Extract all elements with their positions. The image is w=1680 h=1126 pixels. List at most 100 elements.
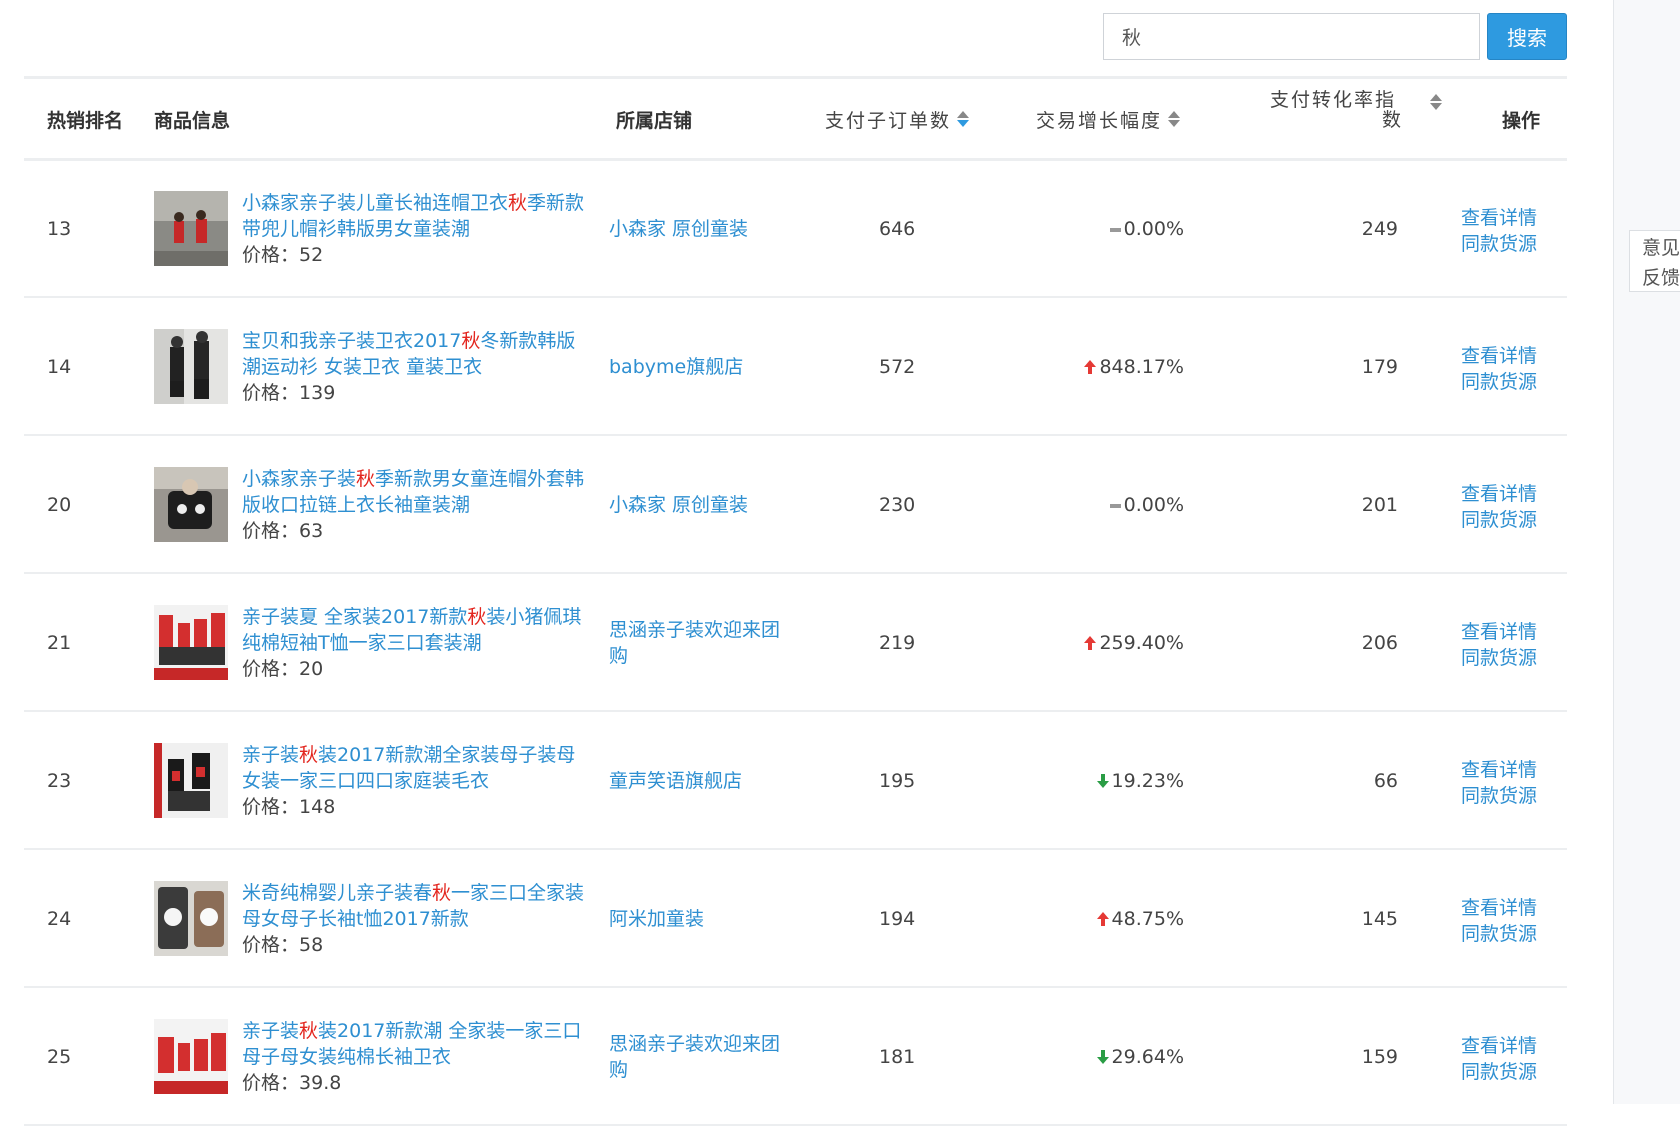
view-detail-link[interactable]: 查看详情 xyxy=(1461,619,1537,645)
product-thumbnail[interactable] xyxy=(154,191,228,266)
price-value: 139 xyxy=(299,382,336,404)
rank-cell: 13 xyxy=(47,218,72,240)
col-shop: 所属店铺 xyxy=(616,109,693,132)
price-value: 63 xyxy=(299,520,324,542)
title-text: 宝贝和我亲子装卫衣2017 xyxy=(242,330,462,352)
same-source-link[interactable]: 同款货源 xyxy=(1461,231,1537,257)
product-title-link[interactable]: 宝贝和我亲子装卫衣2017秋冬新款韩版潮运动衫 女装卫衣 童装卫衣 xyxy=(242,328,587,380)
view-detail-link[interactable]: 查看详情 xyxy=(1461,343,1537,369)
view-detail-link[interactable]: 查看详情 xyxy=(1461,205,1537,231)
price-label: 价格： xyxy=(242,934,300,956)
col-product: 商品信息 xyxy=(154,109,231,132)
ops-cell: 查看详情 同款货源 xyxy=(1461,619,1537,671)
product-info: 亲子装秋装2017新款潮全家装母子装母女装一家三口四口家庭装毛衣 价格：148 xyxy=(242,742,587,820)
main-panel: 搜索 热销排名 商品信息 所属店铺 支付子订单数 交易增长幅度 支付转化率指 数… xyxy=(0,0,1613,1126)
sort-icon[interactable] xyxy=(957,110,970,128)
growth-value: 29.64% xyxy=(1111,1046,1184,1068)
price-label: 价格： xyxy=(242,796,300,818)
col-growth-sort[interactable]: 交易增长幅度 xyxy=(1036,80,1181,158)
shop-link[interactable]: 思涵亲子装欢迎来团购 xyxy=(609,574,784,712)
conversion-cell: 179 xyxy=(1361,356,1398,378)
sort-icon[interactable] xyxy=(1168,110,1181,128)
title-keyword-highlight: 秋 xyxy=(461,330,481,352)
feedback-label-2: 反馈 xyxy=(1642,267,1680,289)
shop-link[interactable]: 阿米加童装 xyxy=(609,850,784,988)
col-conversion-sort[interactable]: 支付转化率指 数 xyxy=(1270,90,1450,130)
growth-value: 259.40% xyxy=(1099,632,1184,654)
same-source-link[interactable]: 同款货源 xyxy=(1461,1059,1537,1085)
product-title-link[interactable]: 小森家亲子装秋季新款男女童连帽外套韩版收口拉链上衣长袖童装潮 xyxy=(242,466,587,518)
product-title-link[interactable]: 亲子装秋装2017新款潮 全家装一家三口母子母女装纯棉长袖卫衣 xyxy=(242,1018,587,1070)
feedback-label-1: 意见 xyxy=(1642,237,1680,259)
product-title-link[interactable]: 米奇纯棉婴儿亲子装春秋一家三口全家装母女母子长袖t恤2017新款 xyxy=(242,880,587,932)
col-orders-label: 支付子订单数 xyxy=(825,109,952,132)
title-keyword-highlight: 秋 xyxy=(467,606,487,628)
shop-link[interactable]: 童声笑语旗舰店 xyxy=(609,712,784,850)
rank-cell: 23 xyxy=(47,770,72,792)
arrow-down-icon xyxy=(1096,774,1109,788)
shop-link[interactable]: 思涵亲子装欢迎来团购 xyxy=(609,988,784,1126)
feedback-button[interactable]: 意见 反馈 xyxy=(1629,230,1680,292)
growth-cell: 259.40% xyxy=(1064,574,1184,712)
same-source-link[interactable]: 同款货源 xyxy=(1461,369,1537,395)
ops-cell: 查看详情 同款货源 xyxy=(1461,895,1537,947)
product-thumbnail[interactable] xyxy=(154,743,228,818)
price-value: 58 xyxy=(299,934,324,956)
price-line: 价格：58 xyxy=(242,932,587,958)
view-detail-link[interactable]: 查看详情 xyxy=(1461,481,1537,507)
title-keyword-highlight: 秋 xyxy=(432,882,452,904)
table-row: 20 小森家亲子装秋季新款男女童连帽外套韩版收口拉链上衣长袖童装潮 价格：63 小森家… xyxy=(24,436,1567,574)
table-row: 23 亲子装秋装2017新款潮全家装母子装母女装一家三口四口家庭装毛衣 价格：148… xyxy=(24,712,1567,850)
price-value: 52 xyxy=(299,244,324,266)
col-conversion-label-2: 数 xyxy=(1382,109,1404,131)
title-keyword-highlight: 秋 xyxy=(508,192,528,214)
growth-value: 19.23% xyxy=(1111,770,1184,792)
growth-cell: 848.17% xyxy=(1064,298,1184,436)
same-source-link[interactable]: 同款货源 xyxy=(1461,921,1537,947)
growth-cell: 19.23% xyxy=(1064,712,1184,850)
price-line: 价格：39.8 xyxy=(242,1070,587,1096)
product-thumbnail[interactable] xyxy=(154,605,228,680)
product-thumbnail[interactable] xyxy=(154,467,228,542)
title-text: 小森家亲子装 xyxy=(242,468,357,490)
arrow-up-icon xyxy=(1096,912,1109,926)
table-row: 13 小森家亲子装儿童长袖连帽卫衣秋季新款带兜儿帽衫韩版男女童装潮 价格：52 小森家… xyxy=(24,160,1567,298)
view-detail-link[interactable]: 查看详情 xyxy=(1461,757,1537,783)
shop-link[interactable]: 小森家 原创童装 xyxy=(609,436,784,574)
conversion-cell: 159 xyxy=(1361,1046,1398,1068)
growth-cell: 0.00% xyxy=(1064,436,1184,574)
growth-value: 0.00% xyxy=(1123,494,1184,516)
view-detail-link[interactable]: 查看详情 xyxy=(1461,895,1537,921)
view-detail-link[interactable]: 查看详情 xyxy=(1461,1033,1537,1059)
price-line: 价格：52 xyxy=(242,242,587,268)
conversion-cell: 66 xyxy=(1373,770,1398,792)
same-source-link[interactable]: 同款货源 xyxy=(1461,507,1537,533)
shop-link[interactable]: 小森家 原创童装 xyxy=(609,160,784,298)
product-title-link[interactable]: 亲子装秋装2017新款潮全家装母子装母女装一家三口四口家庭装毛衣 xyxy=(242,742,587,794)
table-row: 21 亲子装夏 全家装2017新款秋装小猪佩琪纯棉短袖T恤一家三口套装潮 价格：20… xyxy=(24,574,1567,712)
same-source-link[interactable]: 同款货源 xyxy=(1461,783,1537,809)
title-keyword-highlight: 秋 xyxy=(356,468,376,490)
product-thumbnail[interactable] xyxy=(154,329,228,404)
growth-cell: 0.00% xyxy=(1064,160,1184,298)
search-button[interactable]: 搜索 xyxy=(1487,13,1567,60)
conversion-cell: 145 xyxy=(1361,908,1398,930)
title-text: 米奇纯棉婴儿亲子装春 xyxy=(242,882,433,904)
rank-cell: 20 xyxy=(47,494,72,516)
title-text: 亲子装 xyxy=(242,1020,300,1042)
growth-cell: 29.64% xyxy=(1064,988,1184,1126)
price-line: 价格：20 xyxy=(242,656,587,682)
col-orders-sort[interactable]: 支付子订单数 xyxy=(825,80,970,158)
product-title-link[interactable]: 小森家亲子装儿童长袖连帽卫衣秋季新款带兜儿帽衫韩版男女童装潮 xyxy=(242,190,587,242)
shop-link[interactable]: babyme旗舰店 xyxy=(609,298,784,436)
product-thumbnail[interactable] xyxy=(154,881,228,956)
product-thumbnail[interactable] xyxy=(154,1019,228,1094)
price-label: 价格： xyxy=(242,520,300,542)
same-source-link[interactable]: 同款货源 xyxy=(1461,645,1537,671)
title-text: 小森家亲子装儿童长袖连帽卫衣 xyxy=(242,192,509,214)
growth-value: 48.75% xyxy=(1111,908,1184,930)
product-table-body: 13 小森家亲子装儿童长袖连帽卫衣秋季新款带兜儿帽衫韩版男女童装潮 价格：52 小森家… xyxy=(24,160,1567,1126)
sort-icon[interactable] xyxy=(1430,93,1442,111)
search-input[interactable] xyxy=(1103,13,1480,60)
product-title-link[interactable]: 亲子装夏 全家装2017新款秋装小猪佩琪纯棉短袖T恤一家三口套装潮 xyxy=(242,604,587,656)
